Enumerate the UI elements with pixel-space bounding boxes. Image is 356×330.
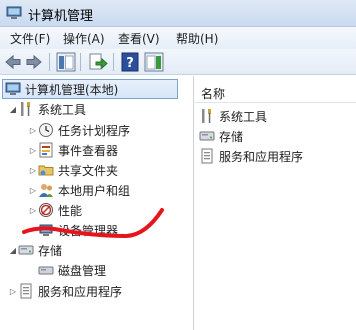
tree-item-label: 本地用户和组	[58, 183, 131, 198]
tree-item-services-apps[interactable]: ▷ 服务和应用程序	[8, 281, 122, 301]
list-item-label: 服务和应用程序	[219, 149, 304, 164]
list-item-services-apps[interactable]: 服务和应用程序	[199, 147, 303, 165]
help-icon[interactable]: ?	[120, 52, 140, 72]
menu-action[interactable]: 操作(A)	[63, 30, 105, 47]
tree-item-label: 事件查看器	[58, 143, 119, 158]
toolbar-separator	[49, 53, 50, 71]
collapse-icon[interactable]: ◢	[8, 105, 18, 114]
tree-item-label: 任务计划程序	[58, 123, 131, 138]
tree-item-event-viewer[interactable]: ▷ 事件查看器	[28, 140, 118, 160]
tree-item-shared-folders[interactable]: ▷ 共享文件夹	[28, 160, 118, 180]
collapse-icon[interactable]: ◢	[8, 246, 18, 255]
tree-item-label: 系统工具	[38, 102, 87, 117]
tree-item-label: 共享文件夹	[58, 163, 119, 178]
svg-text:?: ?	[126, 56, 134, 71]
shared-folder-icon	[38, 165, 54, 176]
tree-item-local-users[interactable]: ▷ 本地用户和组	[28, 180, 130, 200]
tree-item-label: 设备管理器	[58, 223, 119, 238]
show-action-pane-icon[interactable]	[144, 52, 164, 72]
list-item-storage[interactable]: 存储	[199, 127, 243, 145]
expand-icon[interactable]: ▷	[8, 287, 18, 296]
menu-help[interactable]: 帮助(H)	[176, 30, 218, 47]
disk-icon	[38, 266, 54, 275]
menu-bar: 文件(F) 操作(A) 查看(V) 帮助(H)	[0, 27, 356, 49]
export-list-icon[interactable]	[88, 52, 108, 72]
computer-management-icon	[5, 82, 21, 95]
tree-item-system-tools[interactable]: ◢ 系统工具	[8, 99, 86, 119]
tree-item-task-scheduler[interactable]: ▷ 任务计划程序	[28, 120, 130, 140]
list-item-label: 系统工具	[219, 109, 268, 124]
event-viewer-icon	[39, 142, 53, 158]
window-title: 计算机管理	[28, 9, 94, 24]
tree-item-label: 计算机管理(本地)	[25, 82, 119, 97]
storage-icon	[18, 245, 34, 255]
tools-icon	[202, 109, 211, 123]
menu-file[interactable]: 文件(F)	[10, 30, 50, 47]
tools-icon	[21, 102, 30, 116]
users-icon	[39, 184, 53, 197]
tree-item-computer-management[interactable]: 计算机管理(本地)	[2, 79, 178, 99]
tree-item-label: 服务和应用程序	[38, 284, 123, 299]
clock-icon	[39, 123, 53, 137]
expand-icon[interactable]: ▷	[28, 146, 38, 155]
expand-icon[interactable]: ▷	[28, 166, 38, 175]
tree-item-label: 存储	[38, 243, 63, 258]
title-bar: 计算机管理	[0, 0, 356, 27]
services-icon	[20, 283, 32, 299]
toolbar-separator	[113, 53, 114, 71]
back-icon[interactable]	[3, 52, 23, 72]
tree-item-label: 磁盘管理	[58, 263, 107, 278]
menu-view[interactable]: 查看(V)	[118, 30, 160, 47]
expand-icon[interactable]: ▷	[28, 126, 38, 135]
toolbar-separator	[80, 53, 81, 71]
list-item-label: 存储	[219, 129, 244, 144]
expand-icon[interactable]: ▷	[28, 186, 38, 195]
show-hide-console-tree-icon[interactable]	[56, 52, 76, 72]
tree-item-device-manager[interactable]: 设备管理器	[38, 220, 118, 240]
computer-management-icon	[6, 6, 22, 19]
list-item-system-tools[interactable]: 系统工具	[199, 107, 267, 125]
performance-icon	[39, 203, 53, 217]
tree-item-performance[interactable]: ▷ 性能	[28, 200, 82, 220]
storage-icon	[199, 131, 215, 141]
tree-item-label: 性能	[58, 203, 83, 218]
services-icon	[201, 148, 213, 164]
toolbar: ?	[0, 49, 356, 75]
device-manager-icon	[39, 224, 53, 236]
tree-item-storage[interactable]: ◢ 存储	[8, 240, 62, 260]
forward-icon[interactable]	[24, 52, 44, 72]
tree-item-disk-management[interactable]: 磁盘管理	[38, 260, 106, 280]
column-header-label: 名称	[201, 87, 226, 101]
column-header-name[interactable]: 名称	[195, 81, 356, 103]
expand-icon[interactable]: ▷	[28, 206, 38, 215]
